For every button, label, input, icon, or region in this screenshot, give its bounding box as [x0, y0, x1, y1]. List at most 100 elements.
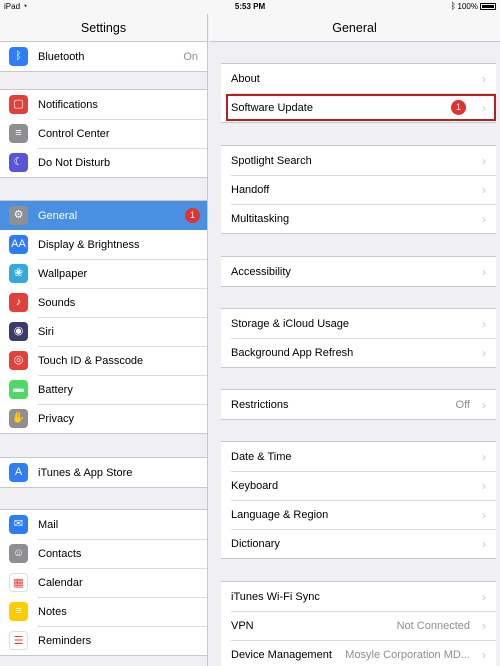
row-storage-and-icloud-usage[interactable]: Storage & iCloud Usage › [221, 309, 496, 338]
battery-icon: ▬ [9, 380, 28, 399]
sidebar-item-label: Mail [38, 518, 59, 531]
sidebar-item-privacy[interactable]: ✋ Privacy [0, 404, 207, 433]
sidebar-group: ⚙ General 1 AA Display & Brightness ❀ Wallpape… [0, 200, 207, 434]
settings-group: Date & Time › Keyboard › Language & Region › D… [221, 441, 496, 559]
row-accessibility[interactable]: Accessibility › [221, 257, 496, 286]
row-handoff[interactable]: Handoff › [221, 175, 496, 204]
battery-percent: 100% [457, 2, 478, 11]
sidebar-group: ᛒ Bluetooth On [0, 41, 207, 72]
row-label: Device Management [231, 648, 332, 661]
sidebar-group: AiTunes & App Store [0, 457, 207, 488]
row-label: Background App Refresh [231, 346, 354, 359]
sidebar-item-battery[interactable]: ▬ Battery [0, 375, 207, 404]
sounds-icon: ♪ [9, 293, 28, 312]
settings-group: Restrictions Off › [221, 389, 496, 420]
mail-icon: ✉ [9, 515, 28, 534]
chevron-right-icon: › [482, 647, 486, 662]
sidebar-item-itunes-and-app-store[interactable]: AiTunes & App Store [0, 458, 207, 487]
notes-icon: ≡ [9, 602, 28, 621]
row-label: VPN [231, 619, 254, 632]
sidebar-item-touch-id-and-passcode[interactable]: ◎ Touch ID & Passcode [0, 346, 207, 375]
settings-group: Spotlight Search › Handoff › Multitasking › [221, 145, 496, 234]
bluetooth-status-icon: ᛒ [450, 1, 456, 11]
sidebar-item-bluetooth[interactable]: ᛒ Bluetooth On [0, 42, 207, 71]
siri-icon: ◉ [9, 322, 28, 341]
settings-sidebar: Settings ᛒ Bluetooth On ▢ Notifications ≡ Cont… [0, 14, 208, 666]
sidebar-group: ▢ Notifications ≡ Control Center ☾ Do Not Dis… [0, 89, 207, 178]
settings-group: About › Software Update 1 › [221, 63, 496, 123]
row-label: Dictionary [231, 537, 280, 550]
sidebar-item-control-center[interactable]: ≡ Control Center [0, 119, 207, 148]
row-dictionary[interactable]: Dictionary › [221, 529, 496, 558]
sidebar-item-display-and-brightness[interactable]: AA Display & Brightness [0, 230, 207, 259]
clock: 5:53 PM [234, 2, 266, 11]
sidebar-item-siri[interactable]: ◉ Siri [0, 317, 207, 346]
chevron-right-icon: › [482, 71, 486, 86]
row-multitasking[interactable]: Multitasking › [221, 204, 496, 233]
status-bar: iPad ◔ 5:53 PM ᛒ 100% [0, 0, 500, 14]
chevron-right-icon: › [482, 264, 486, 279]
bluetooth-icon: ᛒ [9, 47, 28, 66]
row-itunes-wi-fi-sync[interactable]: iTunes Wi-Fi Sync › [221, 582, 496, 611]
sidebar-item-label: Privacy [38, 412, 75, 425]
sidebar-item-sounds[interactable]: ♪ Sounds [0, 288, 207, 317]
row-language-and-region[interactable]: Language & Region › [221, 500, 496, 529]
row-device-management[interactable]: Device Management Mosyle Corporation MD..… [221, 640, 496, 666]
row-vpn[interactable]: VPN Not Connected › [221, 611, 496, 640]
sidebar-item-contacts[interactable]: ☺ Contacts [0, 539, 207, 568]
control-center-icon: ≡ [9, 124, 28, 143]
row-label: iTunes Wi-Fi Sync [231, 590, 320, 603]
row-label: Date & Time [231, 450, 292, 463]
sidebar-item-label: iTunes & App Store [38, 466, 133, 479]
update-badge: 1 [451, 100, 466, 115]
sidebar-item-notes[interactable]: ≡ Notes [0, 597, 207, 626]
sidebar-item-label: Wallpaper [38, 267, 88, 280]
chevron-right-icon: › [482, 182, 486, 197]
sidebar-navbar: Settings [0, 14, 207, 42]
row-label: Handoff [231, 183, 270, 196]
sidebar-item-label: Sounds [38, 296, 76, 309]
general-pane: General About › Software Update 1 › Spotlight… [209, 14, 500, 666]
row-keyboard[interactable]: Keyboard › [221, 471, 496, 500]
row-label: Restrictions [231, 398, 289, 411]
row-background-app-refresh[interactable]: Background App Refresh › [221, 338, 496, 367]
row-label: Software Update [231, 101, 313, 114]
sidebar-item-reminders[interactable]: ☰ Reminders [0, 626, 207, 655]
row-value: Mosyle Corporation MD... [345, 648, 470, 661]
sidebar-item-notifications[interactable]: ▢ Notifications [0, 90, 207, 119]
row-date-and-time[interactable]: Date & Time › [221, 442, 496, 471]
row-about[interactable]: About › [221, 64, 496, 93]
row-restrictions[interactable]: Restrictions Off › [221, 390, 496, 419]
sidebar-item-label: Control Center [38, 127, 110, 140]
row-label: Multitasking [231, 212, 290, 225]
sidebar-item-label: Contacts [38, 547, 82, 560]
row-label: Language & Region [231, 508, 329, 521]
chevron-right-icon: › [482, 507, 486, 522]
sidebar-item-wallpaper[interactable]: ❀ Wallpaper [0, 259, 207, 288]
row-software-update[interactable]: Software Update 1 › [221, 93, 496, 122]
sidebar-item-label: Do Not Disturb [38, 156, 111, 169]
sidebar-item-label: Display & Brightness [38, 238, 140, 251]
chevron-right-icon: › [482, 536, 486, 551]
reminders-icon: ☰ [9, 631, 28, 650]
row-label: About [231, 72, 260, 85]
chevron-right-icon: › [482, 449, 486, 464]
sidebar-item-calendar[interactable]: ▦ Calendar [0, 568, 207, 597]
sidebar-title: Settings [80, 21, 127, 35]
detail-navbar: General [209, 14, 500, 42]
sidebar-item-label: Bluetooth [38, 50, 85, 63]
row-spotlight-search[interactable]: Spotlight Search › [221, 146, 496, 175]
touch-id-icon: ◎ [9, 351, 28, 370]
row-label: Storage & iCloud Usage [231, 317, 350, 330]
general-icon: ⚙ [9, 206, 28, 225]
settings-group: Storage & iCloud Usage › Background App Re… [221, 308, 496, 368]
sidebar-item-general[interactable]: ⚙ General 1 [0, 201, 207, 230]
sidebar-item-value: On [183, 50, 198, 63]
row-label: Spotlight Search [231, 154, 312, 167]
app-store-icon: A [9, 463, 28, 482]
row-label: Accessibility [231, 265, 291, 278]
sidebar-item-mail[interactable]: ✉ Mail [0, 510, 207, 539]
sidebar-item-label: General [38, 209, 78, 222]
privacy-icon: ✋ [9, 409, 28, 428]
sidebar-item-do-not-disturb[interactable]: ☾ Do Not Disturb [0, 148, 207, 177]
